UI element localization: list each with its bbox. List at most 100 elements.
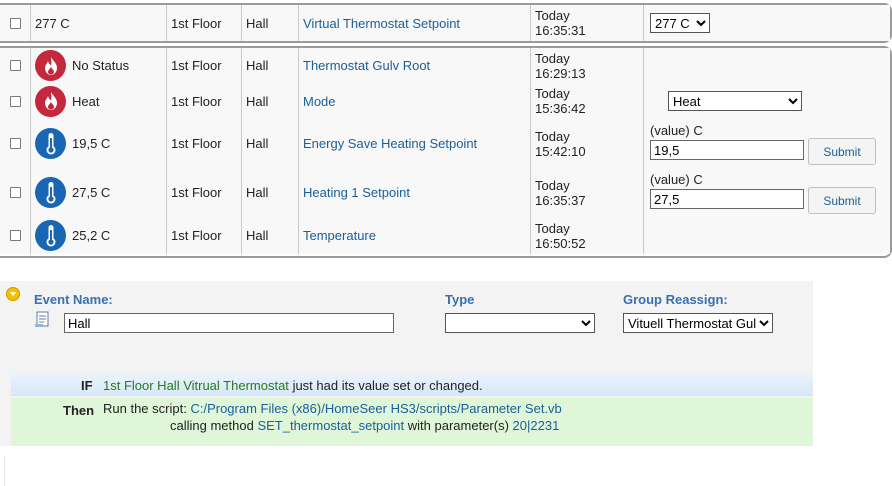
event-name-input[interactable] <box>64 313 394 333</box>
device-row: 25,2 C 1st Floor Hall Temperature Today … <box>0 217 890 254</box>
last-change-cell: Today 16:35:31 <box>531 5 644 41</box>
if-device-link[interactable]: 1st Floor Hall Vitrual Thermostat <box>103 378 289 393</box>
top-device-panel: 277 C 1st Floor Hall Virtual Thermostat … <box>0 3 892 43</box>
row-checkbox[interactable] <box>9 95 21 107</box>
setpoint-value-input[interactable] <box>650 189 804 209</box>
flame-icon <box>35 85 66 117</box>
status-cell: 25,2 C <box>31 217 167 254</box>
device-name-link[interactable]: Heating 1 Setpoint <box>303 185 410 200</box>
room-text: Hall <box>246 15 269 31</box>
then-parameters: 20|2231 <box>512 418 560 433</box>
device-name-link[interactable]: Mode <box>303 94 336 109</box>
thermometer-icon <box>35 177 66 208</box>
room-text: Hall <box>246 185 269 200</box>
room-cell: Hall <box>242 168 299 217</box>
status-cell: 27,5 C <box>31 168 167 217</box>
then-calling-text: calling method <box>170 418 254 433</box>
then-prefix: Run the script: <box>103 401 187 416</box>
then-method-line: calling method SET_thermostat_setpoint w… <box>170 418 559 433</box>
if-trigger-row: IF 1st Floor Hall Vitrual Thermostat jus… <box>11 374 813 396</box>
name-cell: Virtual Thermostat Setpoint <box>299 5 531 41</box>
device-name-link[interactable]: Temperature <box>303 228 376 243</box>
then-script-path: C:/Program Files (x86)/HomeSeer HS3/scri… <box>190 401 562 416</box>
device-name-link[interactable]: Virtual Thermostat Setpoint <box>303 16 460 31</box>
floor-text: 1st Floor <box>171 228 222 243</box>
time-clock: 15:36:42 <box>535 101 586 116</box>
if-trigger-text[interactable]: 1st Floor Hall Vitrual Thermostat just h… <box>103 378 483 393</box>
setpoint-value-input[interactable] <box>650 140 804 160</box>
event-name-label: Event Name: <box>34 292 113 307</box>
floor-cell: 1st Floor <box>167 48 242 83</box>
if-keyword: IF <box>81 377 93 393</box>
then-with-text: with parameter(s) <box>407 418 509 433</box>
time-clock: 16:35:37 <box>535 192 586 208</box>
row-select-cell <box>0 217 31 254</box>
name-cell: Temperature <box>299 217 531 254</box>
flame-icon <box>35 50 66 81</box>
row-checkbox[interactable] <box>9 187 21 198</box>
device-row: No Status 1st Floor Hall Thermostat Gulv… <box>0 48 890 84</box>
room-cell: Hall <box>242 83 299 119</box>
name-cell: Heating 1 Setpoint <box>299 168 531 217</box>
row-select-cell <box>0 5 31 41</box>
then-keyword: Then <box>63 403 95 418</box>
name-cell: Thermostat Gulv Root <box>299 48 531 83</box>
control-cell <box>644 217 890 254</box>
time-clock: 16:35:31 <box>535 23 586 38</box>
status-cell: 19,5 C <box>31 119 167 168</box>
floor-text: 1st Floor <box>171 93 222 109</box>
row-checkbox[interactable] <box>9 17 21 29</box>
event-editor: Event Name: Type Group Reassign: Vituell… <box>0 281 813 446</box>
device-name-link[interactable]: Thermostat Gulv Root <box>303 58 430 73</box>
control-cell: Heat <box>644 83 890 119</box>
room-cell: Hall <box>242 119 299 168</box>
collapse-toggle-icon[interactable] <box>6 287 20 301</box>
row-checkbox[interactable] <box>9 230 21 241</box>
then-action-text[interactable]: Run the script: C:/Program Files (x86)/H… <box>103 401 562 416</box>
room-cell: Hall <box>242 48 299 83</box>
last-change-cell: Today 16:35:37 <box>531 168 644 217</box>
room-text: Hall <box>246 228 269 243</box>
type-select[interactable] <box>445 313 595 333</box>
row-select-cell <box>0 119 31 168</box>
submit-button[interactable]: Submit <box>808 138 876 165</box>
event-notes-icon[interactable] <box>34 311 51 331</box>
device-row: Heat 1st Floor Hall Mode Today 15:36:42 … <box>0 83 890 120</box>
time-clock: 16:29:13 <box>535 65 586 81</box>
time-day: Today <box>535 177 570 193</box>
device-name-link[interactable]: Energy Save Heating Setpoint <box>303 136 477 151</box>
group-reassign-select[interactable]: Vituell Thermostat Gulv <box>623 313 773 333</box>
room-cell: Hall <box>242 5 299 41</box>
device-row: 27,5 C 1st Floor Hall Heating 1 Setpoint… <box>0 168 890 218</box>
status-text: 277 C <box>35 15 70 31</box>
value-input-label: (value) C <box>650 172 703 187</box>
row-select-cell <box>0 83 31 119</box>
control-cell: 277 C <box>644 5 890 41</box>
device-list-panel: No Status 1st Floor Hall Thermostat Gulv… <box>0 46 892 258</box>
thermometer-icon <box>35 128 66 159</box>
floor-cell: 1st Floor <box>167 83 242 119</box>
submit-button[interactable]: Submit <box>808 187 876 214</box>
status-text: 27,5 C <box>72 185 111 200</box>
floor-cell: 1st Floor <box>167 119 242 168</box>
status-cell: No Status <box>31 48 167 83</box>
then-action-row: Then Run the script: C:/Program Files (x… <box>11 398 813 446</box>
type-label: Type <box>445 292 475 307</box>
status-text: 19,5 C <box>72 136 111 151</box>
event-spacer <box>0 349 813 374</box>
row-select-cell <box>0 168 31 217</box>
time-clock: 16:50:52 <box>535 235 586 251</box>
mode-select[interactable]: Heat <box>668 91 802 111</box>
device-row: 19,5 C 1st Floor Hall Energy Save Heatin… <box>0 119 890 169</box>
left-divider <box>4 456 5 486</box>
event-header: Event Name: Type Group Reassign: Vituell… <box>0 281 813 349</box>
room-text: Hall <box>246 93 269 109</box>
status-cell: Heat <box>31 83 167 119</box>
setpoint-select[interactable]: 277 C <box>650 13 710 33</box>
time-day: Today <box>535 8 570 23</box>
last-change-cell: Today 16:50:52 <box>531 217 644 254</box>
row-checkbox[interactable] <box>9 60 21 71</box>
row-checkbox[interactable] <box>9 138 21 149</box>
floor-cell: 1st Floor <box>167 168 242 217</box>
if-condition-text: just had its value set or changed. <box>292 377 483 393</box>
